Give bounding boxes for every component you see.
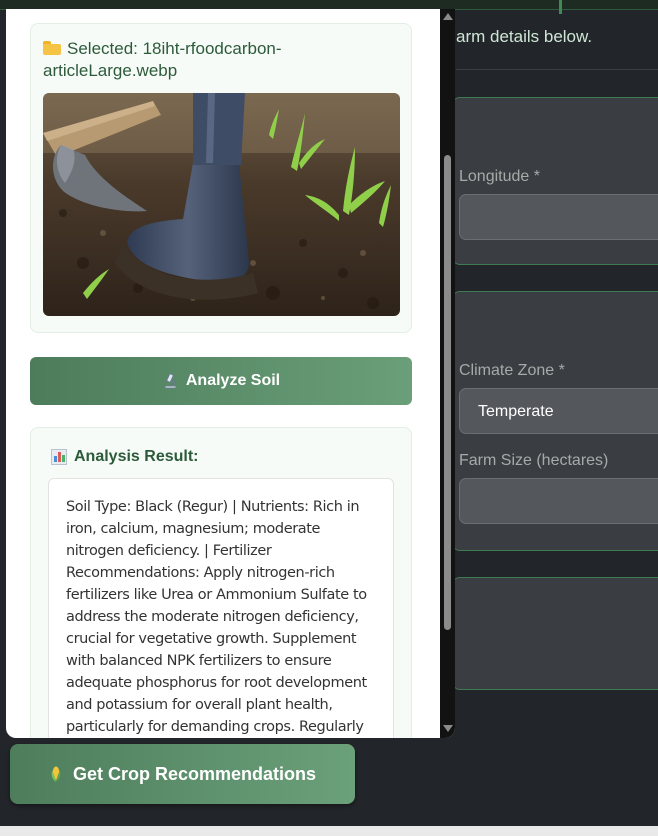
corn-icon bbox=[51, 766, 61, 782]
climate-zone-label: Climate Zone * bbox=[459, 362, 565, 379]
horizontal-scrollbar[interactable] bbox=[0, 826, 658, 836]
accent-tick bbox=[559, 0, 562, 14]
modal-scrollbar[interactable] bbox=[440, 9, 455, 738]
extra-card bbox=[452, 577, 658, 690]
farm-size-input[interactable] bbox=[459, 478, 658, 524]
scroll-up-arrow-icon[interactable] bbox=[443, 13, 453, 20]
analysis-result-heading: Analysis Result: bbox=[51, 448, 198, 466]
scroll-down-arrow-icon[interactable] bbox=[443, 725, 453, 732]
soil-image-preview bbox=[43, 93, 400, 316]
analyze-soil-button[interactable]: Analyze Soil bbox=[30, 357, 412, 405]
longitude-input[interactable] bbox=[459, 194, 658, 240]
longitude-label: Longitude * bbox=[459, 168, 540, 185]
analysis-result-text: Soil Type: Black (Regur) | Nutrients: Ri… bbox=[48, 478, 394, 738]
folder-icon bbox=[43, 41, 61, 55]
selected-file-text: Selected: 18iht-rfoodcarbon-articleLarge… bbox=[43, 39, 282, 80]
analysis-result-title: Analysis Result: bbox=[74, 448, 199, 465]
analyze-soil-label: Analyze Soil bbox=[185, 372, 281, 389]
analysis-result-panel: Analysis Result: Soil Type: Black (Regur… bbox=[30, 427, 412, 738]
selected-file: Selected: 18iht-rfoodcarbon-articleLarge… bbox=[43, 38, 383, 82]
soil-analysis-modal: Selected: 18iht-rfoodcarbon-articleLarge… bbox=[6, 9, 455, 738]
scrollbar-thumb[interactable] bbox=[444, 155, 451, 630]
climate-zone-select[interactable]: Temperate bbox=[459, 388, 658, 434]
divider bbox=[456, 69, 658, 70]
microscope-icon bbox=[164, 373, 177, 389]
bar-chart-icon bbox=[51, 449, 67, 465]
page-subtitle: arm details below. bbox=[456, 27, 593, 46]
farm-size-label: Farm Size (hectares) bbox=[459, 452, 609, 469]
get-crop-recommendations-button[interactable]: Get Crop Recommendations bbox=[10, 744, 355, 804]
upload-panel: Selected: 18iht-rfoodcarbon-articleLarge… bbox=[30, 23, 412, 333]
get-crop-recommendations-label: Get Crop Recommendations bbox=[72, 763, 317, 784]
